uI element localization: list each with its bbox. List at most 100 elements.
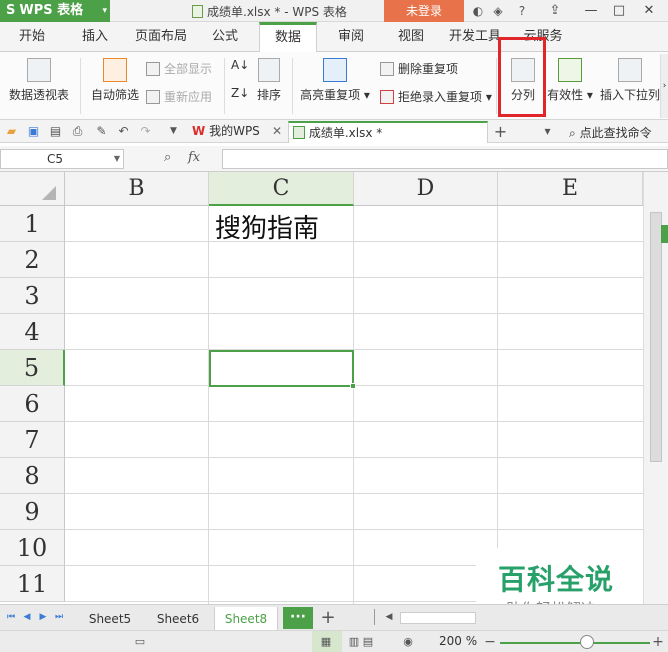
- row-header[interactable]: 4: [0, 314, 65, 350]
- zoom-level[interactable]: 200 %: [439, 634, 477, 648]
- sheet-tab[interactable]: Sheet5: [80, 607, 140, 631]
- sheet-tab-active[interactable]: Sheet8: [214, 607, 278, 631]
- tab-view[interactable]: 视图: [386, 22, 436, 52]
- undo-icon[interactable]: ↶: [116, 124, 131, 139]
- row-header[interactable]: 8: [0, 458, 65, 494]
- reapply-button[interactable]: 重新应用: [146, 88, 212, 105]
- close-tab-icon[interactable]: ✕: [272, 121, 282, 142]
- first-sheet-icon[interactable]: ⏮: [6, 610, 16, 624]
- delete-duplicates-button[interactable]: 删除重复项: [380, 60, 458, 77]
- page-layout-view-icon[interactable]: ▤: [360, 635, 376, 649]
- tab-formulas[interactable]: 公式: [200, 22, 250, 52]
- customize-toolbar-icon[interactable]: ▼: [166, 124, 181, 139]
- redo-icon[interactable]: ↷: [138, 124, 153, 139]
- show-all-button[interactable]: 全部显示: [146, 60, 212, 77]
- tab-review[interactable]: 审阅: [326, 22, 376, 52]
- tab-list-icon[interactable]: ▾: [540, 124, 555, 139]
- skin-icon[interactable]: ◐: [470, 2, 486, 20]
- active-cell-c5[interactable]: [209, 350, 356, 389]
- zoom-slider-track[interactable]: [500, 642, 650, 644]
- row-header[interactable]: 6: [0, 386, 65, 422]
- formula-bar: C5 ▼ ⌕ fx: [0, 146, 668, 172]
- open-folder-icon[interactable]: ▰: [4, 124, 19, 139]
- select-all-corner[interactable]: [0, 172, 65, 206]
- sort-button[interactable]: 排序: [252, 58, 286, 103]
- watermark-title: 百科全说: [498, 563, 615, 596]
- reading-mode-icon[interactable]: ◉: [400, 635, 416, 649]
- pivot-table-button[interactable]: 数据透视表: [6, 58, 72, 103]
- row-header[interactable]: 7: [0, 422, 65, 458]
- print-preview-icon[interactable]: ▤: [48, 124, 63, 139]
- tab-home[interactable]: 开始: [6, 22, 58, 52]
- row-header[interactable]: 10: [0, 530, 65, 566]
- cell-c1[interactable]: 搜狗指南: [215, 208, 319, 245]
- formula-input[interactable]: [222, 149, 668, 169]
- auto-filter-button[interactable]: 自动筛选: [88, 58, 142, 103]
- close-icon[interactable]: ✕: [636, 0, 662, 22]
- row-header[interactable]: 5: [0, 350, 65, 386]
- validity-button[interactable]: 有效性 ▾: [546, 58, 594, 103]
- doc-tab-grade-sheet[interactable]: 成绩单.xlsx *: [288, 121, 488, 143]
- ribbon-scroll-right-icon[interactable]: ›: [660, 54, 668, 118]
- horizontal-scrollbar[interactable]: [400, 612, 476, 624]
- app-name: WPS 表格: [19, 3, 84, 18]
- gridline: [65, 241, 643, 242]
- maximize-icon[interactable]: □: [606, 0, 632, 22]
- save-icon[interactable]: ▣: [26, 124, 41, 139]
- tab-page-layout[interactable]: 页面布局: [130, 22, 192, 52]
- help-icon[interactable]: ?: [514, 2, 530, 20]
- zoom-slider-thumb[interactable]: [580, 635, 594, 649]
- new-tab-icon[interactable]: +: [493, 124, 508, 140]
- delete-duplicates-icon: [380, 62, 394, 76]
- format-painter-icon[interactable]: ✎: [94, 124, 109, 139]
- feedback-icon[interactable]: ◈: [490, 2, 506, 20]
- column-header[interactable]: C: [209, 172, 354, 206]
- add-sheet-icon[interactable]: +: [318, 607, 338, 629]
- row-header[interactable]: 1: [0, 206, 65, 242]
- gridline: [65, 349, 643, 350]
- next-sheet-icon[interactable]: ▶: [38, 610, 48, 624]
- tab-data[interactable]: 数据: [259, 22, 317, 53]
- highlight-duplicates-button[interactable]: 高亮重复项 ▾: [298, 58, 372, 103]
- cell-mode-icon[interactable]: ▭: [132, 635, 148, 649]
- column-header[interactable]: E: [498, 172, 643, 206]
- normal-view-icon[interactable]: ▦: [318, 635, 334, 649]
- zoom-search-icon[interactable]: ⌕: [164, 150, 171, 165]
- print-icon[interactable]: ⎙: [70, 124, 85, 139]
- fill-handle[interactable]: [350, 383, 356, 389]
- scrollbar-thumb[interactable]: [650, 212, 662, 462]
- command-search[interactable]: ⌕ 点此查找命令: [569, 124, 652, 141]
- sheet-tab[interactable]: Sheet6: [148, 607, 208, 631]
- last-sheet-icon[interactable]: ⏭: [54, 610, 64, 624]
- row-header[interactable]: 3: [0, 278, 65, 314]
- row-header[interactable]: 9: [0, 494, 65, 530]
- tab-insert[interactable]: 插入: [70, 22, 120, 52]
- split-handle[interactable]: [661, 225, 668, 243]
- sort-descending-icon[interactable]: Z↓: [231, 86, 249, 100]
- zoom-in-icon[interactable]: +: [650, 635, 666, 649]
- column-header[interactable]: B: [65, 172, 209, 206]
- zoom-out-icon[interactable]: −: [482, 635, 498, 649]
- prev-sheet-icon[interactable]: ◀: [22, 610, 32, 624]
- spreadsheet-grid[interactable]: B C D E 1 2 3 4 5 6 7 8 9 10 11 搜狗指南: [0, 172, 668, 604]
- insert-dropdown-button[interactable]: 插入下拉列: [600, 58, 660, 103]
- wps-icon: W: [192, 124, 206, 138]
- tab-developer[interactable]: 开发工具: [446, 22, 504, 52]
- reject-duplicates-button[interactable]: 拒绝录入重复项 ▾: [380, 88, 492, 105]
- row-header[interactable]: 11: [0, 566, 65, 602]
- ribbon-data: 数据透视表 自动筛选 全部显示 重新应用 A↓ Z↓ 排序 高亮重复项 ▾ 删除…: [0, 52, 668, 120]
- insert-dropdown-icon: [618, 58, 642, 82]
- sort-ascending-icon[interactable]: A↓: [231, 58, 249, 72]
- name-box[interactable]: C5 ▼: [0, 149, 124, 169]
- restore-window-icon[interactable]: ⇪: [542, 0, 568, 22]
- minimize-icon[interactable]: —: [578, 0, 604, 22]
- row-header[interactable]: 2: [0, 242, 65, 278]
- app-menu-button[interactable]: S WPS 表格 ▾: [0, 0, 110, 22]
- scroll-left-icon[interactable]: ◀: [384, 610, 394, 624]
- gridline: [65, 313, 643, 314]
- doc-tab-my-wps[interactable]: W 我的WPS ✕: [188, 121, 286, 143]
- column-header[interactable]: D: [354, 172, 498, 206]
- fx-icon[interactable]: fx: [188, 150, 200, 165]
- login-button[interactable]: 未登录: [384, 0, 464, 22]
- more-sheets-icon[interactable]: ···: [283, 607, 313, 629]
